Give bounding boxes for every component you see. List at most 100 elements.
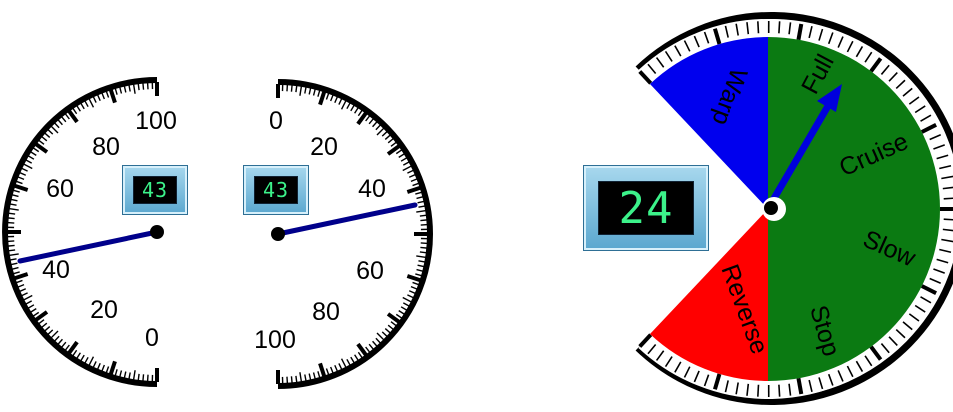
middle-gauge-tick — [420, 219, 428, 222]
middle-gauge-tick — [395, 149, 403, 155]
middle-gauge-tick — [357, 109, 363, 117]
left-gauge-tick — [27, 304, 35, 309]
left-gauge-tick — [142, 374, 145, 382]
left-gauge-tick — [53, 335, 60, 342]
left-gauge-tick — [80, 354, 85, 362]
left-gauge-tick — [13, 183, 29, 192]
left-gauge-label-80: 80 — [92, 133, 120, 161]
middle-gauge-tick — [334, 96, 339, 104]
middle-gauge-tick — [419, 251, 427, 254]
left-gauge-tick — [12, 189, 20, 193]
middle-gauge-tick — [417, 264, 425, 268]
middle-gauge-tick — [317, 371, 321, 379]
middle-gauge-tick — [368, 117, 375, 125]
middle-gauge-tick — [415, 191, 423, 195]
middle-gauge-tick — [406, 185, 422, 194]
left-gauge-label-20: 20 — [90, 296, 118, 324]
middle-gauge-tick — [387, 137, 395, 144]
left-gauge-tick — [8, 212, 16, 215]
telegraph-readout-value: 24 — [598, 181, 694, 235]
left-gauge-hub — [150, 225, 164, 239]
middle-gauge-tick — [295, 375, 298, 383]
middle-gauge-label-20: 20 — [310, 133, 338, 161]
middle-gauge-scale — [276, 79, 433, 389]
middle-gauge-tick — [417, 200, 425, 204]
middle-gauge-tick — [338, 363, 343, 371]
left-gauge-tick — [15, 180, 23, 185]
left-gauge-tick — [128, 84, 131, 92]
middle-gauge-tick — [354, 106, 359, 114]
left-gauge-tick — [76, 104, 81, 112]
middle-gauge-tick — [402, 296, 412, 303]
middle-gauge-tick — [420, 246, 428, 249]
left-gauge-tick — [23, 294, 33, 301]
left-gauge-tick — [25, 159, 33, 164]
left-gauge-tick — [105, 366, 110, 374]
middle-gauge-tick — [400, 306, 408, 311]
middle-gauge-tick — [299, 372, 303, 383]
middle-gauge-tick — [416, 268, 424, 272]
middle-gauge-tick — [400, 157, 408, 162]
left-gauge-label-0: 0 — [145, 324, 159, 352]
middle-gauge-tick — [418, 205, 426, 208]
left-gauge-tick — [20, 292, 28, 297]
middle-gauge-tick — [329, 366, 334, 374]
left-gauge-tick — [9, 203, 17, 206]
middle-gauge-tick — [304, 374, 307, 382]
middle-gauge-tick — [290, 376, 293, 384]
left-gauge-tick — [119, 86, 123, 94]
left-gauge-label-60: 60 — [46, 175, 74, 203]
middle-gauge-tick — [317, 89, 321, 97]
left-gauge-needle[interactable] — [17, 229, 160, 264]
left-gauge-tick — [29, 308, 37, 313]
middle-gauge-tick — [381, 331, 388, 338]
middle-gauge-tick — [308, 87, 312, 95]
middle-gauge-tick — [375, 337, 382, 344]
left-gauge-tick — [92, 95, 97, 103]
middle-gauge-label-0: 0 — [269, 107, 283, 135]
middle-gauge-tick — [419, 214, 427, 217]
left-gauge-tick — [92, 361, 97, 369]
middle-gauge-tick — [329, 94, 334, 102]
middle-gauge-tick — [395, 313, 403, 319]
left-gauge-tick — [84, 100, 89, 108]
telegraph-tick — [757, 21, 760, 34]
middle-gauge-tick — [384, 134, 391, 140]
left-gauge-tick — [72, 107, 78, 115]
middle-gauge-tick — [312, 88, 316, 96]
left-gauge-tick — [29, 151, 37, 156]
left-gauge-tick — [60, 115, 67, 123]
telegraph-tick — [943, 197, 953, 200]
left-gauge-tick — [40, 322, 48, 329]
left-gauge-tick — [27, 155, 35, 160]
middle-gauge-tick — [290, 84, 293, 92]
middle-gauge-rim — [277, 79, 433, 389]
middle-gauge-tick — [318, 90, 327, 106]
left-gauge-tick — [47, 329, 54, 336]
left-gauge-label-40: 40 — [42, 256, 70, 284]
left-gauge-tick — [13, 272, 29, 281]
left-gauge-tick — [114, 87, 118, 95]
left-gauge-tick — [101, 92, 106, 100]
middle-gauge-tick — [295, 85, 298, 93]
middle-gauge-hub — [271, 227, 285, 241]
middle-gauge-tick — [372, 121, 378, 128]
left-gauge-tick — [137, 83, 140, 91]
left-gauge-tick — [142, 82, 145, 90]
middle-gauge-tick — [407, 294, 415, 299]
left-gauge-tick — [19, 171, 27, 176]
left-gauge-tick — [23, 163, 33, 170]
middle-gauge-tick — [376, 127, 385, 136]
middle-gauge-tick — [416, 196, 424, 200]
middle-gauge-tick — [354, 354, 359, 362]
left-gauge-tick — [44, 326, 51, 332]
left-gauge-tick — [7, 217, 15, 220]
left-gauge-tick — [57, 119, 63, 126]
left-gauge-tick — [10, 198, 18, 202]
middle-gauge-tick — [318, 362, 327, 378]
middle-gauge-tick — [402, 302, 410, 307]
left-gauge-tick — [8, 253, 19, 257]
left-gauge-tick — [32, 311, 40, 317]
telegraph-tick — [796, 377, 804, 395]
left-gauge-tick — [50, 330, 59, 339]
